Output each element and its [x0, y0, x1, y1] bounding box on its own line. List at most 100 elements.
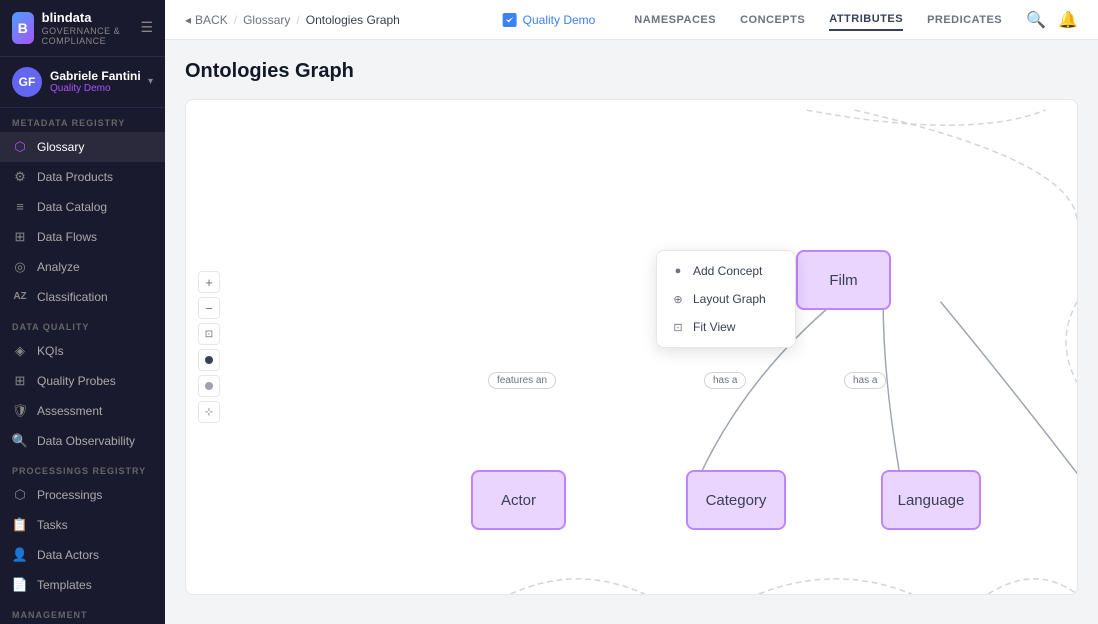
data-products-icon: ⚙	[12, 169, 28, 185]
user-section[interactable]: GF Gabriele Fantini Quality Demo ▾	[0, 57, 165, 108]
sidebar-label-kqis: KQIs	[37, 344, 64, 358]
sidebar-label-data-products: Data Products	[37, 170, 113, 184]
sidebar-item-analyze[interactable]: ◎ Analyze	[0, 252, 165, 282]
node-actor[interactable]: Actor	[471, 470, 566, 530]
quality-demo-badge: Quality Demo	[503, 13, 596, 27]
logo-icon: B	[12, 12, 34, 44]
back-label: BACK	[195, 13, 228, 27]
sidebar-label-tasks: Tasks	[37, 518, 68, 532]
sidebar-item-classification[interactable]: AZ Classification	[0, 282, 165, 312]
quality-demo-icon	[503, 13, 517, 27]
fit-view-button[interactable]: ⊡	[198, 323, 220, 345]
context-menu: ● Add Concept ⊕ Layout Graph ⊡ Fit View	[656, 250, 796, 348]
assessment-icon: 🛡	[12, 403, 28, 419]
node-category[interactable]: Category	[686, 470, 786, 530]
analyze-icon: ◎	[12, 259, 28, 275]
context-menu-fit-view[interactable]: ⊡ Fit View	[657, 313, 795, 341]
nav-attributes[interactable]: ATTRIBUTES	[829, 9, 903, 31]
sidebar-label-glossary: Glossary	[37, 140, 84, 154]
nav-namespaces[interactable]: NAMESPACES	[634, 10, 716, 30]
sidebar-label-analyze: Analyze	[37, 260, 80, 274]
context-menu-layout-graph-label: Layout Graph	[693, 292, 766, 306]
topbar-right: NAMESPACES CONCEPTS ATTRIBUTES PREDICATE…	[634, 9, 1078, 31]
classification-icon: AZ	[12, 289, 28, 305]
sidebar-label-classification: Classification	[37, 290, 108, 304]
data-observability-icon: 🔍	[12, 433, 28, 449]
nav-concepts[interactable]: CONCEPTS	[740, 10, 805, 30]
section-label-management: MANAGEMENT	[0, 600, 165, 624]
sidebar-item-templates[interactable]: 📄 Templates	[0, 570, 165, 600]
sidebar-item-assessment[interactable]: 🛡 Assessment	[0, 396, 165, 426]
node-film[interactable]: Film	[796, 250, 891, 310]
search-icon[interactable]: 🔍	[1026, 10, 1046, 30]
tasks-icon: 📋	[12, 517, 28, 533]
add-concept-icon: ●	[671, 264, 685, 278]
main-content: ◂ BACK / Glossary / Ontologies Graph Qua…	[165, 0, 1098, 624]
glossary-icon: ⬡	[12, 139, 28, 155]
nav-predicates[interactable]: PREDICATES	[927, 10, 1002, 30]
section-label-quality: DATA QUALITY	[0, 312, 165, 336]
sidebar-label-data-actors: Data Actors	[37, 548, 99, 562]
sidebar-label-templates: Templates	[37, 578, 92, 592]
sidebar-label-processings: Processings	[37, 488, 102, 502]
node-dot-1	[205, 356, 213, 364]
sidebar-item-processings[interactable]: ⬡ Processings	[0, 480, 165, 510]
logo-text: blindata	[42, 10, 141, 26]
node-language[interactable]: Language	[881, 470, 981, 530]
topbar-icons: 🔍 🔔	[1026, 10, 1078, 30]
templates-icon: 📄	[12, 577, 28, 593]
logo-text-group: blindata Governance & Compliance	[42, 10, 141, 46]
menu-icon[interactable]: ☰	[140, 19, 153, 36]
back-button[interactable]: ◂ BACK	[185, 13, 228, 27]
topbar: ◂ BACK / Glossary / Ontologies Graph Qua…	[165, 0, 1098, 40]
zoom-out-button[interactable]: −	[198, 297, 220, 319]
sidebar-item-kqis[interactable]: ◈ KQIs	[0, 336, 165, 366]
node-button-3[interactable]: ⊹	[198, 401, 220, 423]
sidebar-item-data-actors[interactable]: 👤 Data Actors	[0, 540, 165, 570]
fit-view-icon: ⊡	[671, 320, 685, 334]
user-name: Gabriele Fantini	[50, 69, 141, 83]
quality-demo-label: Quality Demo	[523, 13, 596, 27]
chevron-down-icon: ▾	[148, 76, 153, 87]
logo-subtext: Governance & Compliance	[42, 26, 141, 46]
sidebar-item-data-observability[interactable]: 🔍 Data Observability	[0, 426, 165, 456]
context-menu-add-concept[interactable]: ● Add Concept	[657, 257, 795, 285]
edge-label-features-an: features an	[488, 372, 556, 389]
breadcrumb-current: Ontologies Graph	[306, 13, 400, 27]
sidebar-item-data-flows[interactable]: ⊞ Data Flows	[0, 222, 165, 252]
breadcrumb-separator-1: /	[234, 13, 237, 27]
sidebar-label-data-observability: Data Observability	[37, 434, 135, 448]
edge-label-has-a-1: has a	[704, 372, 746, 389]
processings-icon: ⬡	[12, 487, 28, 503]
sidebar-item-glossary[interactable]: ⬡ Glossary	[0, 132, 165, 162]
breadcrumb-separator-2: /	[296, 13, 299, 27]
sidebar-item-data-catalog[interactable]: ≡ Data Catalog	[0, 192, 165, 222]
breadcrumb-glossary[interactable]: Glossary	[243, 13, 290, 27]
sidebar-label-quality-probes: Quality Probes	[37, 374, 116, 388]
page-title: Ontologies Graph	[185, 60, 1078, 83]
sidebar: B blindata Governance & Compliance ☰ GF …	[0, 0, 165, 624]
back-arrow-icon: ◂	[185, 13, 191, 27]
node-button-2[interactable]	[198, 375, 220, 397]
user-org: Quality Demo	[50, 83, 141, 94]
node-dot-2	[205, 382, 213, 390]
section-label-metadata: METADATA REGISTRY	[0, 108, 165, 132]
graph-controls: + − ⊡ ⊹	[198, 271, 220, 423]
zoom-in-button[interactable]: +	[198, 271, 220, 293]
data-flows-icon: ⊞	[12, 229, 28, 245]
logo-area: B blindata Governance & Compliance	[12, 10, 140, 46]
graph-container[interactable]: features an has a has a Film Actor Categ…	[185, 99, 1078, 595]
node-button-1[interactable]	[198, 349, 220, 371]
sidebar-item-quality-probes[interactable]: ⊞ Quality Probes	[0, 366, 165, 396]
sidebar-item-tasks[interactable]: 📋 Tasks	[0, 510, 165, 540]
context-menu-add-concept-label: Add Concept	[693, 264, 762, 278]
edge-label-has-a-2: has a	[844, 372, 886, 389]
data-catalog-icon: ≡	[12, 199, 28, 215]
breadcrumb: ◂ BACK / Glossary / Ontologies Graph	[185, 13, 400, 27]
user-info: Gabriele Fantini Quality Demo	[50, 69, 141, 94]
section-label-processings: PROCESSINGS REGISTRY	[0, 456, 165, 480]
context-menu-layout-graph[interactable]: ⊕ Layout Graph	[657, 285, 795, 313]
sidebar-label-data-catalog: Data Catalog	[37, 200, 107, 214]
bell-icon[interactable]: 🔔	[1058, 10, 1078, 30]
sidebar-item-data-products[interactable]: ⚙ Data Products	[0, 162, 165, 192]
